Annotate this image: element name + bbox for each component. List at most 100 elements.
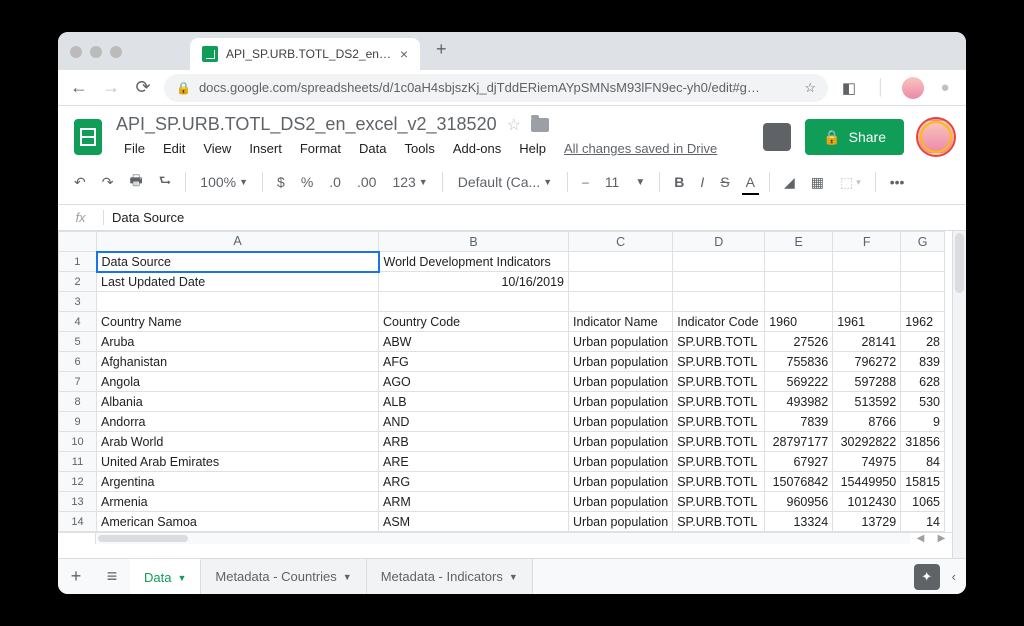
cell-C10[interactable]: Urban population [569,432,673,452]
cell-A13[interactable]: Armenia [97,492,379,512]
cell-B5[interactable]: ABW [379,332,569,352]
cell-C2[interactable] [569,272,673,292]
maximize-window-icon[interactable] [110,46,122,58]
cell-C3[interactable] [569,292,673,312]
paint-format-button[interactable]: ⮑ [153,166,178,198]
row-header-5[interactable]: 5 [59,332,97,352]
cell-D14[interactable]: SP.URB.TOTL [673,512,765,532]
profile-avatar-icon[interactable] [902,77,924,99]
cell-G10[interactable]: 31856 [901,432,945,452]
cell-B3[interactable] [379,292,569,312]
row-header-14[interactable]: 14 [59,512,97,532]
document-title[interactable]: API_SP.URB.TOTL_DS2_en_excel_v2_318520 [116,114,497,135]
cell-C6[interactable]: Urban population [569,352,673,372]
close-tab-icon[interactable]: × [400,46,408,62]
row-header-13[interactable]: 13 [59,492,97,512]
row-header-10[interactable]: 10 [59,432,97,452]
cell-E7[interactable]: 569222 [765,372,833,392]
cell-F12[interactable]: 15449950 [833,472,901,492]
cell-A12[interactable]: Argentina [97,472,379,492]
cell-C14[interactable]: Urban population [569,512,673,532]
cell-D3[interactable] [673,292,765,312]
back-button[interactable]: ← [68,77,90,98]
cell-G2[interactable] [901,272,945,292]
cell-F2[interactable] [833,272,901,292]
cell-A9[interactable]: Andorra [97,412,379,432]
column-header-C[interactable]: C [569,232,673,252]
cell-G3[interactable] [901,292,945,312]
fx-icon[interactable]: fx [58,210,104,225]
cell-G9[interactable]: 9 [901,412,945,432]
cell-D5[interactable]: SP.URB.TOTL [673,332,765,352]
row-header-11[interactable]: 11 [59,452,97,472]
cell-F14[interactable]: 13729 [833,512,901,532]
row-header-12[interactable]: 12 [59,472,97,492]
cell-G7[interactable]: 628 [901,372,945,392]
row-header-3[interactable]: 3 [59,292,97,312]
decrease-decimal-button[interactable]: .0 [323,170,347,194]
extension-icon[interactable]: ◧ [838,77,860,99]
text-color-button[interactable]: A [740,170,761,194]
cell-B4[interactable]: Country Code [379,312,569,332]
sheets-logo-icon[interactable] [70,115,106,159]
cell-G11[interactable]: 84 [901,452,945,472]
cell-A11[interactable]: United Arab Emirates [97,452,379,472]
cell-F8[interactable]: 513592 [833,392,901,412]
merge-cells-button[interactable]: ⬚▾ [834,170,867,195]
cell-D10[interactable]: SP.URB.TOTL [673,432,765,452]
column-header-D[interactable]: D [673,232,765,252]
cell-C7[interactable]: Urban population [569,372,673,392]
cell-E11[interactable]: 67927 [765,452,833,472]
cell-G6[interactable]: 839 [901,352,945,372]
cell-E5[interactable]: 27526 [765,332,833,352]
cell-F10[interactable]: 30292822 [833,432,901,452]
cell-F4[interactable]: 1961 [833,312,901,332]
cell-E6[interactable]: 755836 [765,352,833,372]
share-button[interactable]: 🔒 Share [805,119,904,155]
cell-E13[interactable]: 960956 [765,492,833,512]
cell-E3[interactable] [765,292,833,312]
comments-icon[interactable] [763,123,791,151]
cell-G12[interactable]: 15815 [901,472,945,492]
cell-E9[interactable]: 7839 [765,412,833,432]
cell-D13[interactable]: SP.URB.TOTL [673,492,765,512]
cell-E10[interactable]: 28797177 [765,432,833,452]
formula-input[interactable]: Data Source [104,210,192,225]
row-header-4[interactable]: 4 [59,312,97,332]
row-header-8[interactable]: 8 [59,392,97,412]
font-size-increase[interactable]: ▼ [629,173,651,192]
row-header-6[interactable]: 6 [59,352,97,372]
cell-G13[interactable]: 1065 [901,492,945,512]
forward-button[interactable]: → [100,77,122,98]
cell-A8[interactable]: Albania [97,392,379,412]
cell-B12[interactable]: ARG [379,472,569,492]
cell-B10[interactable]: ARB [379,432,569,452]
cell-B9[interactable]: AND [379,412,569,432]
cell-F5[interactable]: 28141 [833,332,901,352]
chevron-down-icon[interactable]: ▼ [509,572,518,582]
cell-A5[interactable]: Aruba [97,332,379,352]
chevron-down-icon[interactable]: ▼ [343,572,352,582]
cell-B1[interactable]: World Development Indicators [379,252,569,272]
cell-C9[interactable]: Urban population [569,412,673,432]
cell-B8[interactable]: ALB [379,392,569,412]
menu-data[interactable]: Data [351,137,394,160]
currency-button[interactable]: $ [271,170,291,194]
cell-A10[interactable]: Arab World [97,432,379,452]
menu-file[interactable]: File [116,137,153,160]
sheet-tab-data[interactable]: Data▼ [130,559,201,595]
cell-D11[interactable]: SP.URB.TOTL [673,452,765,472]
cell-F13[interactable]: 1012430 [833,492,901,512]
borders-button[interactable]: ▦ [805,170,830,195]
font-select[interactable]: Default (Ca...▼ [451,169,559,195]
scroll-left-icon[interactable]: ◀ [917,533,925,544]
cell-F1[interactable] [833,252,901,272]
all-sheets-button[interactable]: ≡ [94,566,130,587]
cell-G1[interactable] [901,252,945,272]
menu-format[interactable]: Format [292,137,349,160]
add-sheet-button[interactable]: + [58,566,94,587]
collapse-sidebar-icon[interactable]: ‹ [952,569,956,584]
menu-edit[interactable]: Edit [155,137,193,160]
cell-D7[interactable]: SP.URB.TOTL [673,372,765,392]
menu-insert[interactable]: Insert [241,137,290,160]
